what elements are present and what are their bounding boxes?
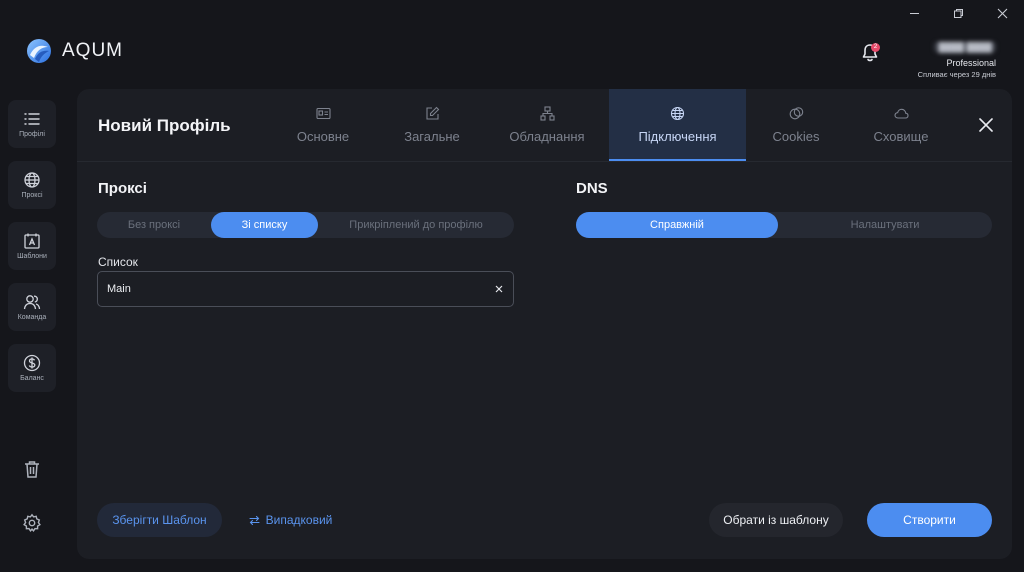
- trash-icon[interactable]: [22, 459, 42, 479]
- proxy-list-value: Main: [107, 283, 131, 295]
- minimize-icon: [909, 12, 919, 14]
- tab-general[interactable]: Загальне: [379, 89, 485, 161]
- proxy-option-attached[interactable]: Прикріплений до профілю: [318, 212, 514, 238]
- page-title: Новий Профіль: [98, 116, 231, 135]
- tab-cookies[interactable]: Cookies: [746, 89, 846, 161]
- user-expiry: Спливає через 29 днів: [917, 70, 996, 79]
- template-icon: [24, 233, 40, 249]
- random-button[interactable]: Випадковий: [243, 503, 338, 537]
- minimize-button[interactable]: [892, 0, 936, 26]
- restore-icon: [953, 8, 963, 18]
- create-button[interactable]: Створити: [867, 503, 992, 537]
- tab-label: Підключення: [638, 129, 717, 144]
- window-close-button[interactable]: [980, 0, 1024, 26]
- dns-option-real[interactable]: Справжній: [576, 212, 778, 238]
- sidebar-item-label: Шаблони: [17, 253, 47, 260]
- cookie-icon: [789, 107, 803, 120]
- sidebar-item-profiles[interactable]: Профілі: [8, 100, 56, 148]
- user-info[interactable]: ████ ████ Professional Спливає через 29 …: [918, 37, 996, 79]
- app-logo: AQUM: [26, 38, 123, 64]
- clear-icon: [495, 285, 503, 293]
- dns-section-title: DNS: [576, 180, 608, 197]
- save-template-button[interactable]: Зберігти Шаблон: [97, 503, 222, 537]
- user-name: ████ ████: [934, 42, 996, 52]
- sidebar-item-team[interactable]: Команда: [8, 283, 56, 331]
- dns-mode-selector: Справжній Налаштувати: [576, 212, 992, 238]
- sidebar-item-label: Команда: [17, 314, 47, 321]
- dns-option-custom[interactable]: Налаштувати: [778, 212, 992, 238]
- choose-from-template-button[interactable]: Обрати із шаблону: [709, 503, 843, 537]
- sidebar-item-proxies[interactable]: Проксі: [8, 161, 56, 209]
- restore-button[interactable]: [936, 0, 980, 26]
- gear-icon[interactable]: [22, 513, 42, 533]
- team-icon: [23, 295, 41, 310]
- clear-button[interactable]: [489, 279, 509, 299]
- proxy-section-title: Проксі: [98, 180, 147, 197]
- proxy-mode-selector: Без проксі Зі списку Прикріплений до про…: [97, 212, 514, 238]
- close-icon[interactable]: [978, 117, 994, 133]
- new-profile-panel: Новий Профіль Основне Загальне Обладнанн…: [77, 89, 1012, 559]
- tab-storage[interactable]: Сховище: [846, 89, 956, 161]
- random-button-label: Випадковий: [265, 513, 333, 527]
- header-divider: [77, 161, 1012, 162]
- sidebar: Профілі Проксі Шаблони Команда Баланс: [0, 76, 66, 572]
- proxy-list-select[interactable]: Main: [97, 271, 514, 307]
- tab-hardware[interactable]: Обладнання: [485, 89, 609, 161]
- shuffle-icon: [249, 515, 260, 525]
- tab-label: Загальне: [404, 129, 460, 144]
- sidebar-item-templates[interactable]: Шаблони: [8, 222, 56, 270]
- window-controls: [892, 0, 1024, 26]
- tab-label: Сховище: [873, 129, 929, 144]
- tab-label: Обладнання: [509, 129, 585, 144]
- notification-badge: 2: [871, 43, 880, 52]
- proxy-option-from-list[interactable]: Зі списку: [211, 212, 318, 238]
- proxy-list-label: Список: [98, 255, 138, 269]
- sidebar-item-label: Баланс: [20, 375, 44, 382]
- hardware-icon: [539, 106, 555, 121]
- sidebar-item-label: Проксі: [21, 192, 43, 199]
- globe-icon: [670, 106, 685, 121]
- app-name: AQUM: [62, 40, 123, 61]
- globe-icon: [24, 172, 40, 188]
- list-icon: [24, 113, 40, 125]
- tab-label: Основне: [296, 129, 350, 144]
- sidebar-item-label: Профілі: [19, 131, 45, 138]
- edit-icon: [425, 106, 439, 120]
- proxy-option-none[interactable]: Без проксі: [97, 212, 211, 238]
- tab-connection[interactable]: Підключення: [609, 89, 746, 161]
- close-icon: [997, 8, 1007, 18]
- tab-label: Cookies: [772, 129, 820, 144]
- dollar-icon: [23, 354, 41, 372]
- sidebar-item-balance[interactable]: Баланс: [8, 344, 56, 392]
- profile-tabs: Основне Загальне Обладнання Підключення …: [267, 89, 956, 161]
- user-plan: Professional: [946, 58, 996, 68]
- id-card-icon: [315, 107, 331, 120]
- logo-mark-icon: [27, 39, 51, 63]
- tab-basic[interactable]: Основне: [267, 89, 379, 161]
- cloud-icon: [893, 108, 909, 119]
